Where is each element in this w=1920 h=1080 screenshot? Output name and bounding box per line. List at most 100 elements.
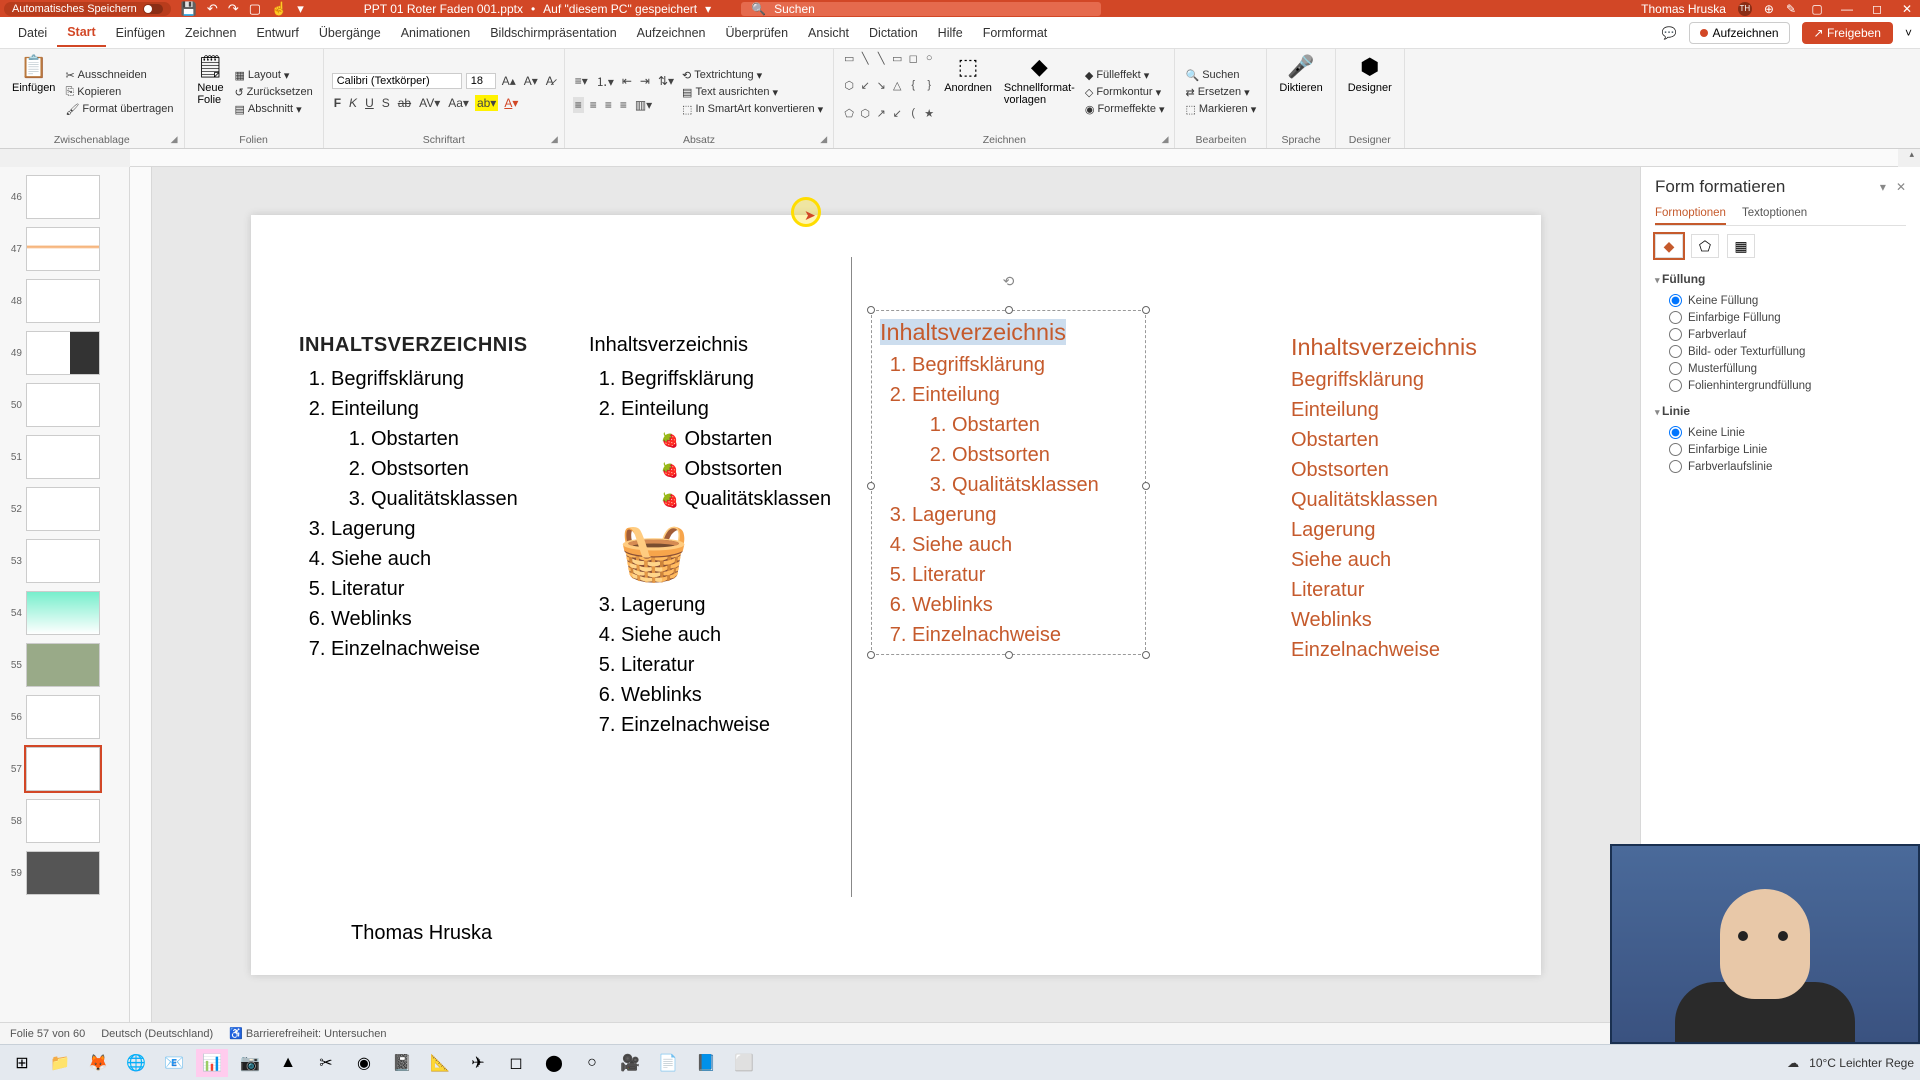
select-button[interactable]: ⬚ Markieren ▾ xyxy=(1183,102,1258,117)
slideshow-icon[interactable]: ▢ xyxy=(249,1,261,17)
layout-button[interactable]: ▦ Layout ▾ xyxy=(232,68,314,83)
thumb-53[interactable]: 53 xyxy=(0,535,129,587)
weather-text[interactable]: 10°C Leichter Rege xyxy=(1809,1056,1914,1070)
radio-no-fill[interactable]: Keine Füllung xyxy=(1655,292,1906,309)
save-icon[interactable]: 💾 xyxy=(181,1,197,17)
highlight-icon[interactable]: ab▾ xyxy=(475,95,498,111)
textbox-2[interactable]: Inhaltsverzeichnis Begriffsklärung Einte… xyxy=(589,330,831,740)
tab-start[interactable]: Start xyxy=(57,19,105,47)
radio-solid-line[interactable]: Einfarbige Linie xyxy=(1655,441,1906,458)
thumb-51[interactable]: 51 xyxy=(0,431,129,483)
pane-tab-textoptions[interactable]: Textoptionen xyxy=(1742,207,1807,225)
shape-effects-button[interactable]: ◉ Formeffekte ▾ xyxy=(1083,102,1167,117)
tab-dictation[interactable]: Dictation xyxy=(859,20,928,46)
pane-close-icon[interactable]: ✕ xyxy=(1896,180,1906,194)
pane-dropdown-icon[interactable]: ▾ xyxy=(1880,180,1886,194)
align-center-icon[interactable]: ≡ xyxy=(588,97,599,113)
tab-zeichnen[interactable]: Zeichnen xyxy=(175,20,246,46)
zoom-icon[interactable]: 🎥 xyxy=(614,1049,646,1077)
thumb-54[interactable]: 54 xyxy=(0,587,129,639)
start-menu-icon[interactable]: ⊞ xyxy=(6,1049,38,1077)
firefox-icon[interactable]: 🦊 xyxy=(82,1049,114,1077)
shape-fill-button[interactable]: ◆ Fülleffekt ▾ xyxy=(1083,68,1167,83)
app5-icon[interactable]: ⬜ xyxy=(728,1049,760,1077)
vlc-icon[interactable]: ▲ xyxy=(272,1049,304,1077)
tab-formformat[interactable]: Formformat xyxy=(973,20,1058,46)
paste-button[interactable]: 📋Einfügen xyxy=(8,52,59,132)
textbox-3-selected[interactable]: ⟲ Inhaltsverzeichnis Begriffsklärung Ein… xyxy=(871,310,1146,655)
text-direction-button[interactable]: ⟲ Textrichtung ▾ xyxy=(680,68,825,83)
thumb-59[interactable]: 59 xyxy=(0,847,129,899)
strike-icon[interactable]: ab xyxy=(396,95,413,111)
thumb-46[interactable]: 46 xyxy=(0,171,129,223)
slide-counter[interactable]: Folie 57 von 60 xyxy=(10,1028,85,1040)
redo-icon[interactable]: ↷ xyxy=(228,1,239,17)
columns-icon[interactable]: ▥▾ xyxy=(633,97,654,113)
section-fill[interactable]: Füllung xyxy=(1655,272,1906,286)
autosave-toggle[interactable]: Automatisches Speichern xyxy=(4,2,171,16)
thumb-56[interactable]: 56 xyxy=(0,691,129,743)
thumb-48[interactable]: 48 xyxy=(0,275,129,327)
shadow-icon[interactable]: S xyxy=(380,95,392,111)
smartart-button[interactable]: ⬚ In SmartArt konvertieren ▾ xyxy=(680,102,825,117)
arrange-button[interactable]: ⬚Anordnen xyxy=(940,52,996,132)
explorer-icon[interactable]: 📁 xyxy=(44,1049,76,1077)
minimize-icon[interactable]: — xyxy=(1838,2,1856,16)
ruler-horizontal[interactable]: ▴ xyxy=(130,149,1898,167)
radio-solid-fill[interactable]: Einfarbige Füllung xyxy=(1655,309,1906,326)
chrome-icon[interactable]: 🌐 xyxy=(120,1049,152,1077)
section-button[interactable]: ▤ Abschnitt ▾ xyxy=(232,102,314,117)
thumb-52[interactable]: 52 xyxy=(0,483,129,535)
indent-icon[interactable]: ⇥ xyxy=(638,73,652,89)
tab-hilfe[interactable]: Hilfe xyxy=(928,20,973,46)
size-props-icon[interactable]: ▦ xyxy=(1727,234,1755,258)
ink-icon[interactable]: ✎ xyxy=(1786,2,1796,16)
copy-button[interactable]: ⎘ Kopieren xyxy=(63,85,175,100)
spacing-icon[interactable]: AV▾ xyxy=(417,95,442,111)
word-icon[interactable]: 📘 xyxy=(690,1049,722,1077)
app-icon[interactable]: ◉ xyxy=(348,1049,380,1077)
italic-icon[interactable]: K xyxy=(347,95,359,111)
coming-soon-icon[interactable]: ⊕ xyxy=(1764,2,1774,16)
tab-datei[interactable]: Datei xyxy=(8,20,57,46)
app2-icon[interactable]: ◻ xyxy=(500,1049,532,1077)
slide-canvas[interactable]: ➤ INHALTSVERZEICHNIS Begriffsklärung Ein… xyxy=(152,167,1640,1022)
pane-tab-formoptions[interactable]: Formoptionen xyxy=(1655,207,1726,225)
radio-picture-fill[interactable]: Bild- oder Texturfüllung xyxy=(1655,343,1906,360)
maximize-icon[interactable]: ◻ xyxy=(1868,2,1886,16)
scroll-up-icon[interactable]: ▴ xyxy=(1909,149,1914,160)
tab-praesentation[interactable]: Bildschirmpräsentation xyxy=(480,20,626,46)
tab-ueberpruefen[interactable]: Überprüfen xyxy=(715,20,798,46)
weather-icon[interactable]: ☁ xyxy=(1787,1056,1799,1070)
textbox-4[interactable]: Inhaltsverzeichnis Begriffsklärung Einte… xyxy=(1291,330,1477,665)
app4-icon[interactable]: 📄 xyxy=(652,1049,684,1077)
font-color-icon[interactable]: A▾ xyxy=(502,95,520,111)
user-name[interactable]: Thomas Hruska xyxy=(1641,2,1726,16)
user-avatar[interactable]: TH xyxy=(1738,2,1752,16)
language-status[interactable]: Deutsch (Deutschland) xyxy=(101,1028,213,1040)
thumb-58[interactable]: 58 xyxy=(0,795,129,847)
font-name-input[interactable] xyxy=(332,73,462,89)
replace-button[interactable]: ⇄ Ersetzen ▾ xyxy=(1183,85,1258,100)
telegram-icon[interactable]: ✈ xyxy=(462,1049,494,1077)
close-icon[interactable]: ✕ xyxy=(1898,2,1916,16)
touch-icon[interactable]: ☝ xyxy=(271,1,287,17)
app3-icon[interactable]: ○ xyxy=(576,1049,608,1077)
tab-entwurf[interactable]: Entwurf xyxy=(246,20,308,46)
search-box[interactable]: 🔍 Suchen xyxy=(741,2,1101,16)
visio-icon[interactable]: 📐 xyxy=(424,1049,456,1077)
bullets-icon[interactable]: ≡▾ xyxy=(573,73,590,89)
thumb-57[interactable]: 57 xyxy=(0,743,129,795)
thumb-50[interactable]: 50 xyxy=(0,379,129,431)
quickstyles-button[interactable]: ◆Schnellformat- vorlagen xyxy=(1000,52,1079,132)
grow-font-icon[interactable]: A▴ xyxy=(500,73,518,89)
ruler-vertical[interactable] xyxy=(130,167,152,1022)
greenshot-icon[interactable]: 📷 xyxy=(234,1049,266,1077)
tab-animationen[interactable]: Animationen xyxy=(391,20,481,46)
tab-uebergaenge[interactable]: Übergänge xyxy=(309,20,391,46)
radio-pattern-fill[interactable]: Musterfüllung xyxy=(1655,360,1906,377)
accessibility-status[interactable]: ♿ Barrierefreiheit: Untersuchen xyxy=(229,1027,386,1040)
record-button[interactable]: Aufzeichnen xyxy=(1689,22,1790,44)
bold-icon[interactable]: F xyxy=(332,95,343,111)
justify-icon[interactable]: ≡ xyxy=(618,97,629,113)
